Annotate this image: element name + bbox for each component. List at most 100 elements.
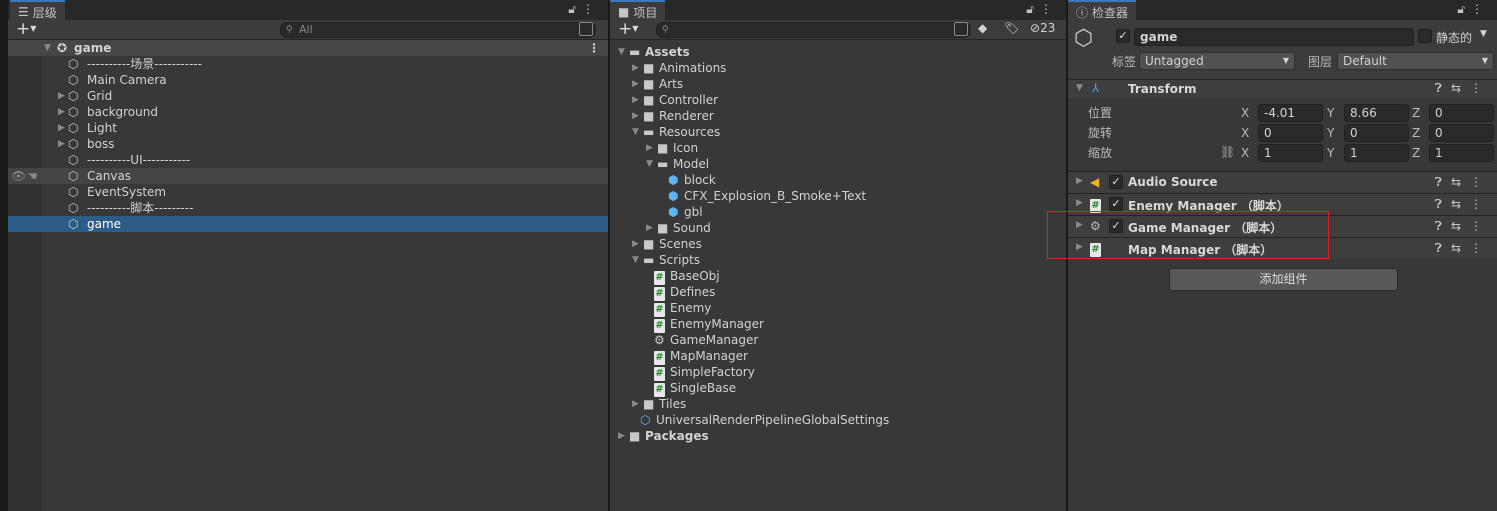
y-value-field[interactable]: 8.66: [1344, 104, 1409, 122]
expand-arrow-icon[interactable]: ▶: [632, 92, 639, 108]
project-tree-item[interactable]: ▶ ■ Icon: [610, 140, 1066, 156]
tab-controls[interactable]: 🔓︎⋮: [1457, 2, 1489, 17]
scene-header-row[interactable]: ▼ ✪ game ⋮: [8, 40, 608, 56]
expand-arrow-icon[interactable]: ▶: [632, 76, 639, 92]
x-value-field[interactable]: 1: [1258, 144, 1323, 162]
add-component-button[interactable]: 添加组件: [1169, 268, 1398, 291]
expand-arrow-icon[interactable]: ▶: [632, 108, 639, 124]
object-name-field[interactable]: game: [1134, 28, 1414, 46]
component-actions[interactable]: ❓︎⇆⋮: [1435, 197, 1491, 212]
hierarchy-search-input[interactable]: ⚲ All: [280, 22, 596, 38]
project-tree-item[interactable]: # SimpleFactory: [610, 364, 1066, 381]
x-value-field[interactable]: -4.01: [1258, 104, 1323, 122]
hierarchy-item[interactable]: 👁︎ ☚ ⬡ Canvas: [8, 168, 608, 184]
project-tree-item[interactable]: # Defines: [610, 284, 1066, 301]
project-tree-item[interactable]: ⬢ gbl: [610, 204, 1066, 220]
create-button[interactable]: +▼: [16, 20, 36, 38]
project-tree-item[interactable]: # SingleBase: [610, 380, 1066, 397]
presets-icon[interactable]: ⇆: [1451, 81, 1470, 95]
project-tree-item[interactable]: ▼ ▬ Model: [610, 156, 1066, 172]
z-axis-label[interactable]: Z: [1412, 145, 1420, 161]
hierarchy-item[interactable]: ⬡ EventSystem: [8, 184, 608, 200]
x-value-field[interactable]: 0: [1258, 124, 1323, 142]
expand-arrow-icon[interactable]: ▶: [646, 140, 653, 156]
help-icon[interactable]: ❓︎: [1435, 197, 1451, 211]
project-tree-item[interactable]: ⚙ GameManager: [610, 332, 1066, 348]
create-button[interactable]: +▼: [618, 20, 638, 38]
project-tree-item[interactable]: # MapManager: [610, 348, 1066, 365]
project-tree-item[interactable]: ▼ ▬ Assets: [610, 44, 1066, 60]
hierarchy-item[interactable]: ▶ ⬡ boss: [8, 136, 608, 152]
project-tree-item[interactable]: ▶ ■ Renderer: [610, 108, 1066, 124]
tag-dropdown[interactable]: Untagged ▼: [1139, 52, 1295, 70]
z-value-field[interactable]: 0: [1429, 104, 1494, 122]
filter-by-type-icon[interactable]: ◆: [978, 21, 987, 35]
presets-icon[interactable]: ⇆: [1451, 241, 1470, 255]
tab-inspector[interactable]: ⓘ 检查器: [1068, 0, 1137, 20]
pickable-hand-icon[interactable]: ☚: [27, 168, 38, 184]
z-axis-label[interactable]: Z: [1412, 105, 1420, 121]
component-actions[interactable]: ❓︎⇆⋮: [1435, 219, 1491, 234]
tab-hierarchy[interactable]: ☰ 层级: [10, 0, 65, 20]
static-dropdown-icon[interactable]: ▼: [1480, 29, 1487, 39]
expand-arrow-icon[interactable]: ▶: [58, 136, 65, 152]
project-search-input[interactable]: ⚲: [656, 22, 971, 38]
expand-arrow-icon[interactable]: ▶: [1076, 176, 1083, 186]
project-tree-item[interactable]: # Enemy: [610, 300, 1066, 317]
expand-arrow-icon[interactable]: ▶: [58, 88, 65, 104]
component-actions[interactable]: ❓︎⇆⋮: [1435, 81, 1491, 96]
transform-header[interactable]: ▼ ⅄ Transform ❓︎⇆⋮: [1068, 79, 1497, 99]
lock-icon[interactable]: 🔓︎: [568, 2, 582, 16]
tab-controls[interactable]: 🔓︎⋮: [568, 2, 600, 17]
component-header[interactable]: ▶ ◀ ✓ Audio Source ❓︎⇆⋮: [1068, 171, 1497, 193]
collapse-arrow-icon[interactable]: ▼: [646, 156, 653, 172]
more-icon[interactable]: ⋮: [1470, 197, 1491, 211]
transform-row-label[interactable]: 位置: [1088, 105, 1112, 121]
project-tree-item[interactable]: ⬢ block: [610, 172, 1066, 188]
y-value-field[interactable]: 0: [1344, 124, 1409, 142]
static-checkbox[interactable]: [1418, 29, 1432, 43]
project-tree-item[interactable]: # EnemyManager: [610, 316, 1066, 333]
x-axis-label[interactable]: X: [1241, 105, 1249, 121]
x-axis-label[interactable]: X: [1241, 125, 1249, 141]
expand-arrow-icon[interactable]: ▼: [44, 40, 51, 56]
more-icon[interactable]: ⋮: [1471, 2, 1489, 16]
component-enabled-checkbox[interactable]: ✓: [1109, 175, 1123, 189]
x-axis-label[interactable]: X: [1241, 145, 1249, 161]
component-enabled-checkbox[interactable]: ✓: [1109, 197, 1123, 211]
expand-arrow-icon[interactable]: ▶: [646, 220, 653, 236]
tab-controls[interactable]: 🔓︎⋮: [1026, 2, 1058, 17]
expand-arrow-icon[interactable]: ▶: [618, 428, 625, 444]
project-tree-item[interactable]: ▶ ■ Scenes: [610, 236, 1066, 252]
y-axis-label[interactable]: Y: [1327, 145, 1334, 161]
constrain-proportions-icon[interactable]: ⛓: [1220, 144, 1235, 160]
hierarchy-item[interactable]: ⬡ ----------场景-----------: [8, 56, 608, 72]
expand-arrow-icon[interactable]: ▶: [632, 396, 639, 412]
help-icon[interactable]: ❓︎: [1435, 241, 1451, 255]
project-tree-item[interactable]: ▼ ▬ Scripts: [610, 252, 1066, 268]
y-axis-label[interactable]: Y: [1327, 125, 1334, 141]
presets-icon[interactable]: ⇆: [1451, 219, 1470, 233]
scene-picker-icon[interactable]: [579, 22, 593, 36]
tab-project[interactable]: ■ 项目: [610, 0, 666, 20]
hierarchy-item[interactable]: ⬡ ----------UI-----------: [8, 152, 608, 168]
visibility-eye-icon[interactable]: 👁︎: [11, 168, 26, 184]
y-axis-label[interactable]: Y: [1327, 105, 1334, 121]
scene-menu-icon[interactable]: ⋮: [588, 40, 600, 56]
filter-by-label-icon[interactable]: 🏷︎: [1004, 21, 1019, 35]
active-checkbox[interactable]: ✓: [1116, 29, 1130, 43]
hidden-packages-toggle[interactable]: ⊘23: [1030, 21, 1055, 35]
hierarchy-item[interactable]: ▶ ⬡ background: [8, 104, 608, 120]
gameobject-cube-icon[interactable]: ⬡: [1074, 26, 1093, 51]
expand-arrow-icon[interactable]: ▶: [632, 60, 639, 76]
collapse-arrow-icon[interactable]: ▼: [618, 44, 625, 60]
project-tree-item[interactable]: # BaseObj: [610, 268, 1066, 285]
more-icon[interactable]: ⋮: [1470, 81, 1491, 95]
more-icon[interactable]: ⋮: [582, 2, 600, 16]
more-icon[interactable]: ⋮: [1470, 241, 1491, 255]
project-tree-item[interactable]: ▶ ■ Animations: [610, 60, 1066, 76]
help-icon[interactable]: ❓︎: [1435, 81, 1451, 95]
project-tree-item[interactable]: ▶ ■ Packages: [610, 428, 1066, 444]
hierarchy-item[interactable]: ▶ ⬡ Grid: [8, 88, 608, 104]
hierarchy-item[interactable]: ⬡ ----------脚本---------: [8, 200, 608, 216]
